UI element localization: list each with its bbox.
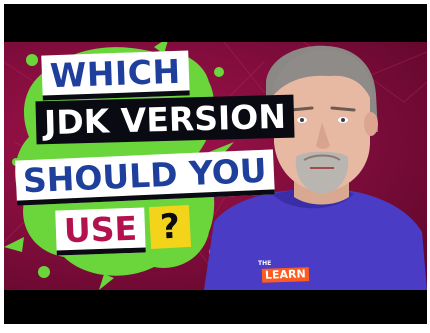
headline-line-4-text: USE	[63, 208, 138, 251]
headline-line-3-text: SHOULD YOU	[22, 150, 268, 201]
headline-line-1: WHICH	[41, 50, 190, 101]
video-thumbnail-frame: THE LEARN WHICH JDK VERSION SHOULD YOU U…	[0, 0, 430, 333]
question-mark-box: ?	[148, 204, 192, 250]
shirt-logo-main-text: LEARN	[261, 267, 309, 283]
shirt-logo: THE LEARN	[258, 260, 314, 290]
shirt-logo-top-text: THE	[258, 260, 272, 267]
headline-line-1-text: WHICH	[49, 51, 182, 96]
headline-line-4: USE	[55, 207, 146, 256]
letterbox-top	[4, 4, 427, 42]
headline-line-2: JDK VERSION	[35, 94, 295, 145]
video-thumbnail[interactable]: THE LEARN WHICH JDK VERSION SHOULD YOU U…	[4, 42, 427, 290]
headline-line-2-text: JDK VERSION	[43, 96, 287, 143]
letterbox-bottom	[4, 290, 427, 324]
